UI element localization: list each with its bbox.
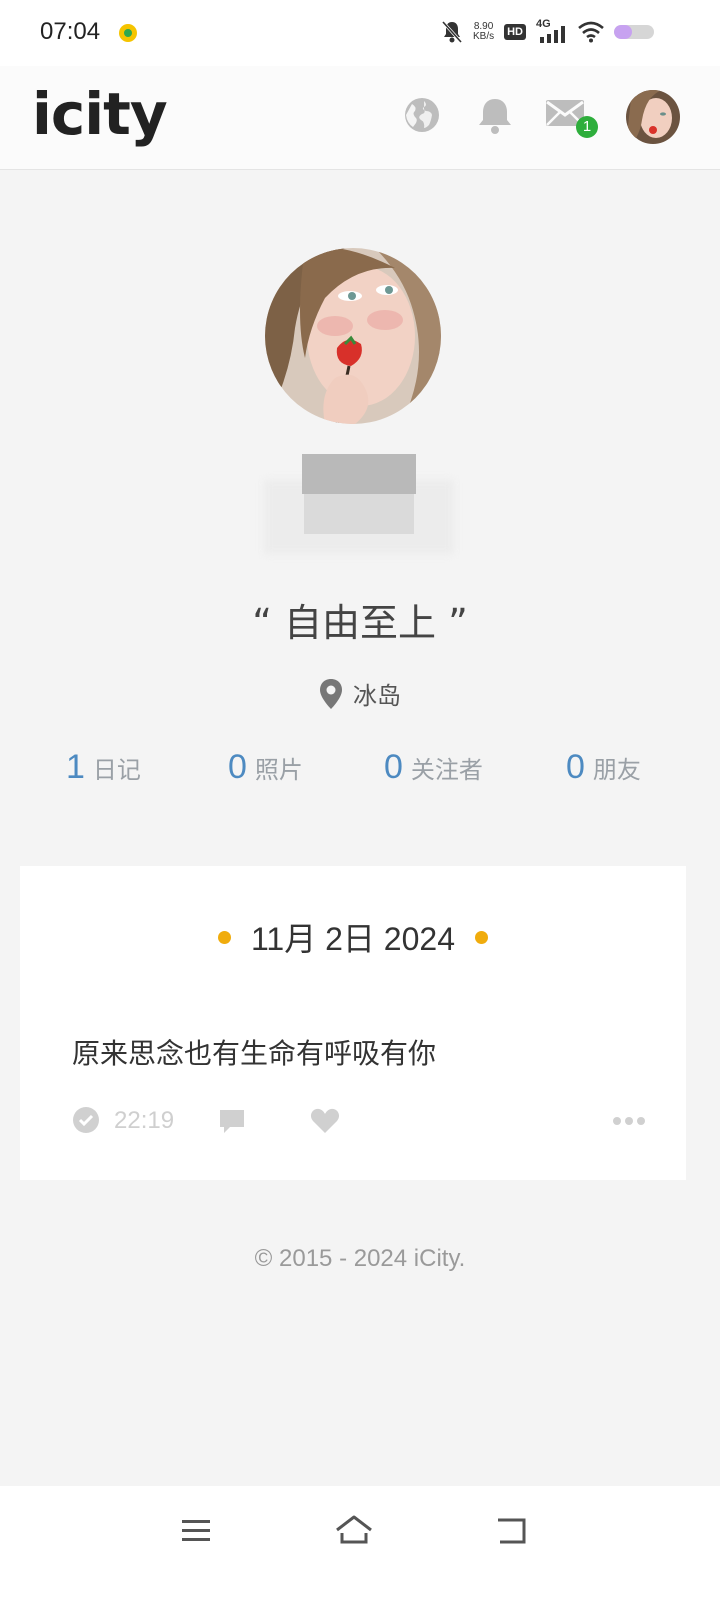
stat-label: 照片 [254, 756, 303, 784]
globe-icon[interactable] [402, 95, 442, 135]
battery-icon [614, 25, 654, 39]
hd-icon: HD [504, 24, 526, 40]
footer-copyright: © 2015 - 2024 iCity. [254, 1245, 466, 1272]
app-notification-icon [119, 24, 137, 42]
entry-date-label: 11月 2日 2024 [251, 921, 455, 957]
profile-motto: “ 自由至上 ” [252, 601, 468, 645]
date-dot-right [475, 930, 488, 944]
stat-label: 朋友 [592, 756, 641, 784]
status-time: 07:04 [40, 18, 101, 45]
app-logo[interactable]: icity [32, 80, 168, 148]
comment-icon[interactable] [218, 1108, 246, 1134]
entry-meta: 22:19 [72, 1104, 646, 1138]
wifi-icon [578, 21, 604, 43]
entry-time: 22:19 [114, 1107, 175, 1134]
more-options-icon[interactable] [612, 1116, 646, 1126]
user-avatar-small[interactable] [626, 90, 680, 144]
diary-entry-card[interactable]: 11月 2日 2024 原来思念也有生命有呼吸有你 22:19 [20, 866, 686, 1180]
status-bar: 07:04 8.90 KB/s HD 4G [0, 0, 720, 66]
stat-diary[interactable]: 1 日记 [66, 748, 141, 787]
stat-value: 1 [66, 748, 85, 786]
stat-value: 0 [566, 748, 585, 786]
username-redacted [264, 450, 454, 554]
profile-avatar[interactable] [265, 248, 441, 424]
stat-value: 0 [384, 748, 403, 786]
system-navigation-bar [0, 1486, 720, 1600]
heart-icon[interactable] [310, 1108, 340, 1134]
location-label: 冰岛 [353, 682, 401, 710]
mail-badge: 1 [576, 116, 598, 138]
stat-photos[interactable]: 0 照片 [228, 748, 303, 787]
menu-icon[interactable] [174, 1510, 218, 1550]
back-icon[interactable] [490, 1510, 534, 1550]
bell-icon[interactable] [475, 95, 515, 135]
battery-level [614, 25, 632, 39]
location-pin-icon [320, 678, 342, 709]
cellular-signal-icon: 4G [536, 18, 568, 44]
app-header: icity [0, 66, 720, 170]
status-icons: 8.90 KB/s HD 4G [441, 16, 654, 48]
entry-text: 原来思念也有生命有呼吸有你 [72, 1037, 437, 1070]
bell-muted-icon [441, 20, 463, 44]
profile-stats: 1 日记 0 照片 0 关注者 0 朋友 [0, 748, 720, 798]
profile-location: 冰岛 [0, 676, 720, 711]
network-speed-unit: KB/s [472, 31, 495, 42]
stat-followers[interactable]: 0 关注者 [384, 748, 483, 787]
stat-label: 日记 [92, 756, 141, 784]
date-dot-left [218, 930, 231, 944]
entry-date: 11月 2日 2024 [20, 914, 686, 960]
home-icon[interactable] [332, 1510, 376, 1550]
stat-friends[interactable]: 0 朋友 [566, 748, 641, 787]
stat-label: 关注者 [410, 756, 483, 784]
stat-value: 0 [228, 748, 247, 786]
clock-check-icon [73, 1107, 99, 1133]
network-speed: 8.90 KB/s [473, 22, 494, 42]
